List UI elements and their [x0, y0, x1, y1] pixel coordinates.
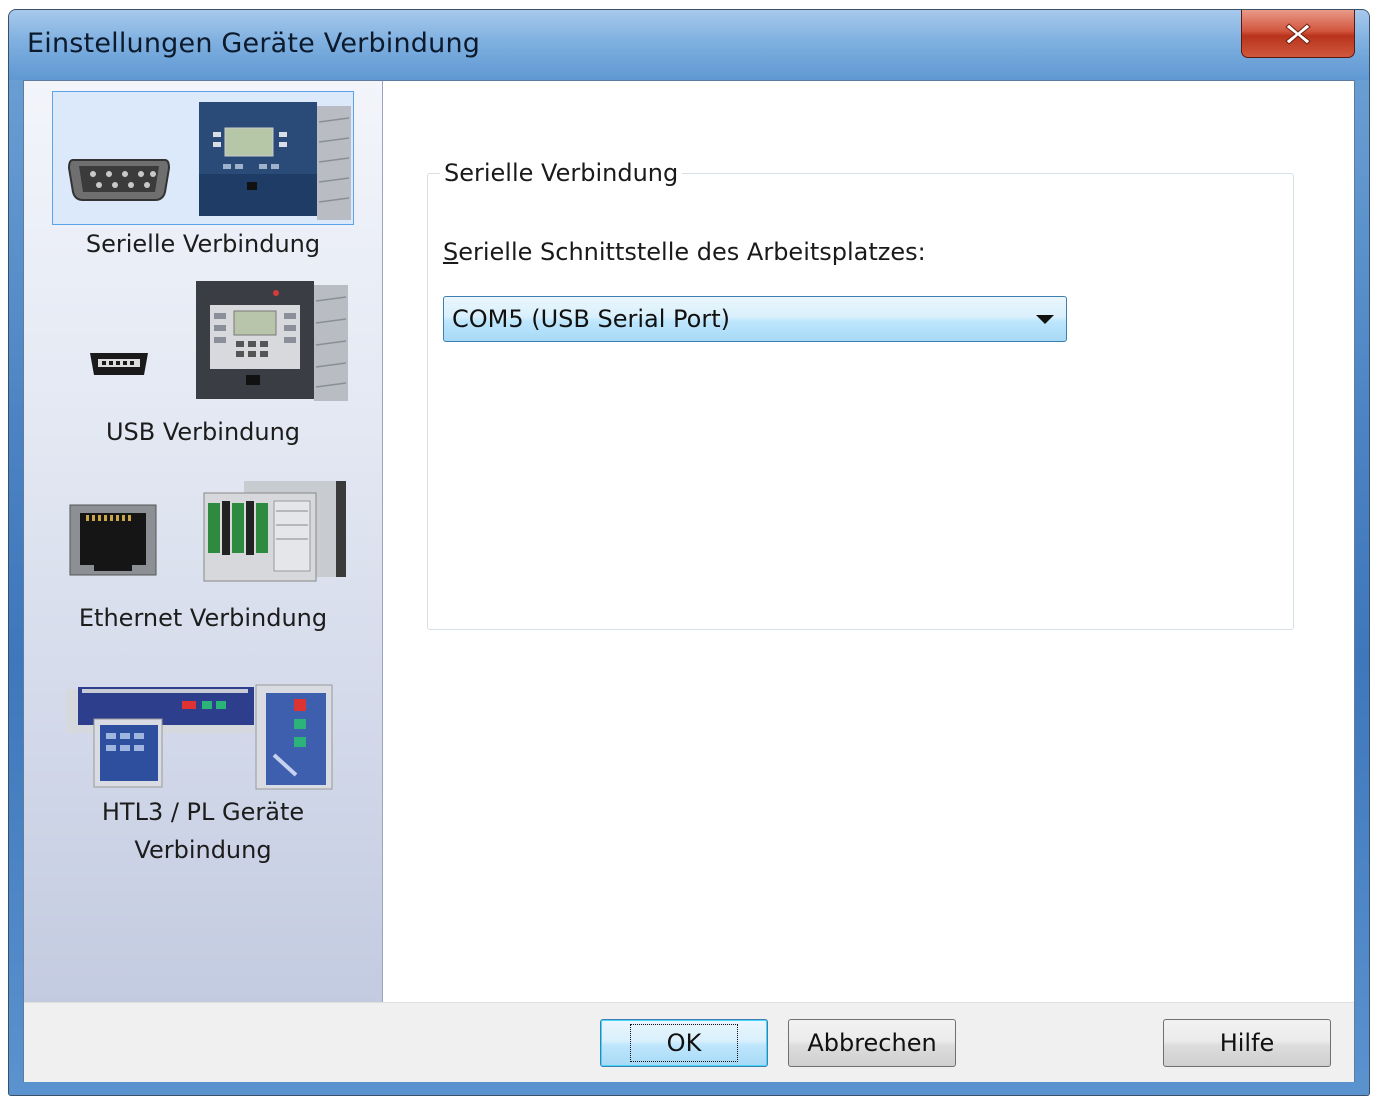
sidebar-item-label: Ethernet Verbindung [78, 604, 328, 632]
close-button[interactable] [1241, 10, 1355, 58]
sidebar-item-serial[interactable]: Serielle Verbindung [28, 91, 378, 263]
sidebar-item-usb[interactable]: USB Verbindung [28, 279, 378, 451]
title-bar[interactable]: Einstellungen Geräte Verbindung [9, 10, 1369, 80]
settings-panel: Serielle Verbindung Serielle Schnittstel… [383, 81, 1354, 1002]
serial-port-select[interactable]: COM5 (USB Serial Port) [443, 296, 1067, 342]
group-title: Serielle Verbindung [440, 159, 683, 187]
serial-interface-label-text: erielle Schnittstelle des Arbeitsplatzes… [458, 238, 926, 266]
button-bar: OK Abbrechen Hilfe [24, 1002, 1354, 1082]
sidebar-item-label: HTL3 / PL Geräte [101, 798, 305, 826]
serial-port-value: COM5 (USB Serial Port) [452, 305, 730, 333]
close-icon [1285, 22, 1311, 45]
sidebar-item-label-line2: Verbindung [134, 836, 272, 864]
serial-port-device-icon [52, 91, 354, 225]
cancel-button[interactable]: Abbrechen [788, 1019, 956, 1067]
sidebar-item-htl3-pl[interactable]: HTL3 / PL Geräte Verbindung [28, 675, 378, 869]
sidebar-item-label: Serielle Verbindung [85, 230, 321, 258]
dialog-window: Einstellungen Geräte Verbindung Serielle… [8, 9, 1370, 1096]
serial-interface-label: Serielle Schnittstelle des Arbeitsplatze… [443, 238, 926, 266]
ok-button-label: OK [629, 1024, 739, 1062]
accelerator-key: S [443, 238, 459, 266]
connection-type-sidebar: Serielle Verbindung USB Verbindung Ether… [24, 81, 383, 1002]
help-button[interactable]: Hilfe [1163, 1019, 1331, 1067]
serial-connection-group: Serielle Verbindung Serielle Schnittstel… [427, 159, 1294, 630]
dropdown-arrow-icon[interactable] [1036, 315, 1054, 324]
dialog-client: Serielle Verbindung USB Verbindung Ether… [23, 80, 1355, 1082]
sidebar-item-ethernet[interactable]: Ethernet Verbindung [28, 465, 378, 637]
sidebar-item-label: USB Verbindung [105, 418, 301, 446]
window-title: Einstellungen Geräte Verbindung [27, 28, 481, 59]
usb-device-icon [52, 279, 354, 413]
ethernet-device-icon [52, 465, 354, 599]
ok-button[interactable]: OK [600, 1019, 768, 1067]
htl3-pl-device-icon [52, 675, 354, 793]
